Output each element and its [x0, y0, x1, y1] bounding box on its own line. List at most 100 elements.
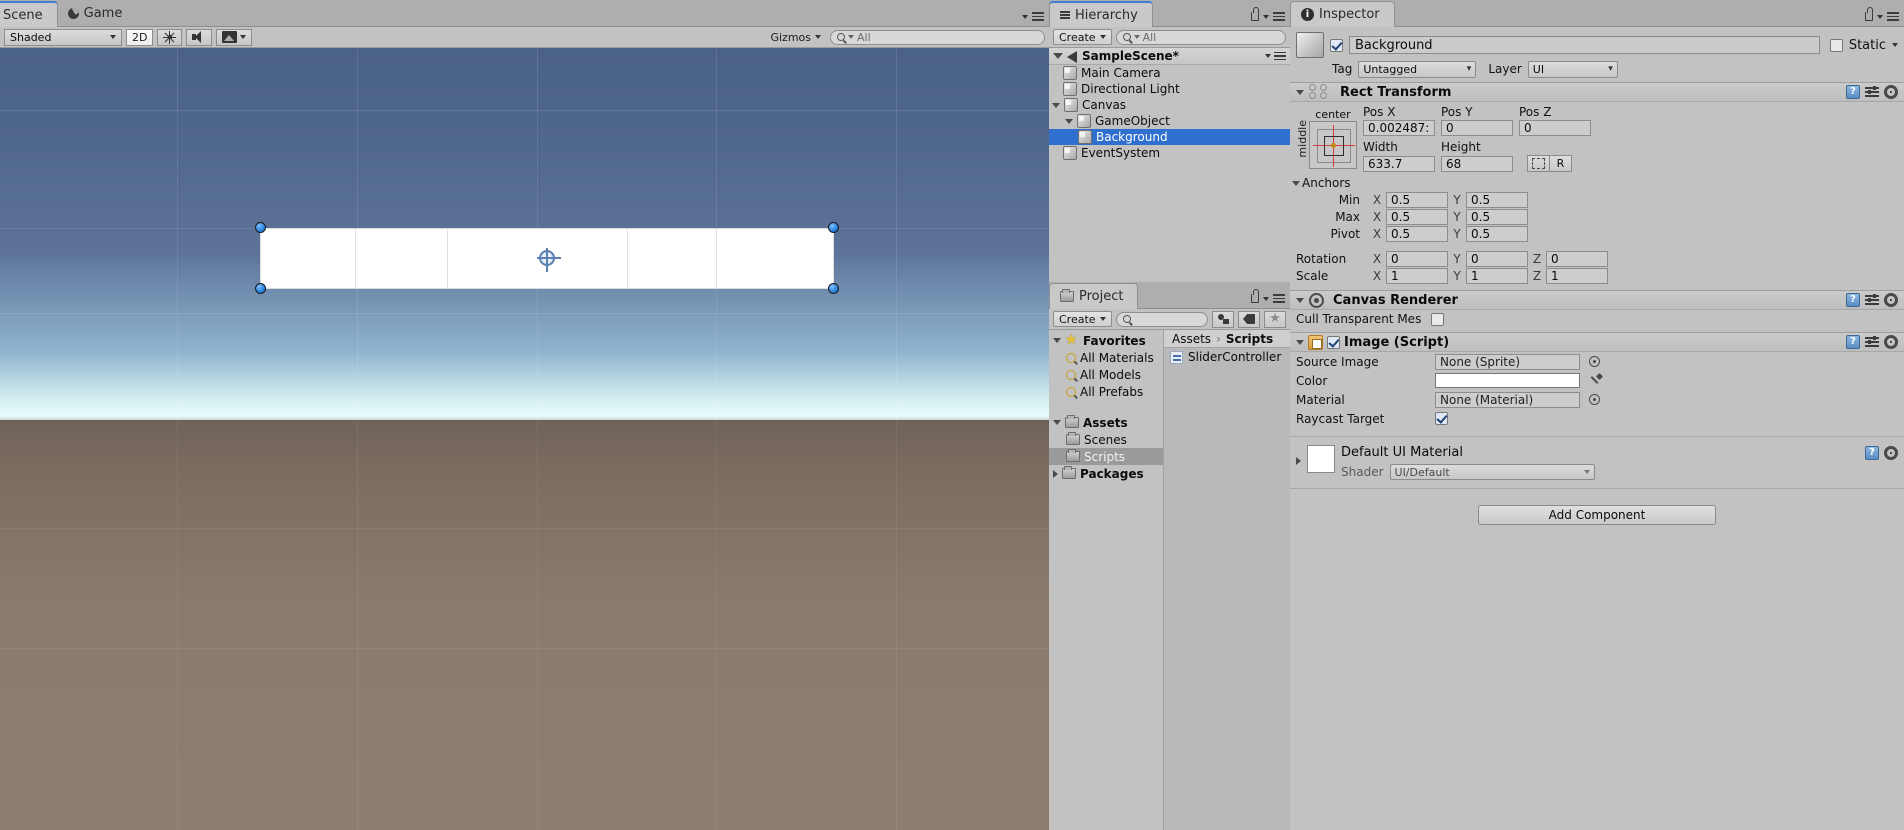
- chevron-down-icon[interactable]: [1892, 43, 1898, 47]
- object-picker-icon[interactable]: [1589, 356, 1600, 367]
- tag-dropdown[interactable]: Untagged ▾: [1358, 60, 1477, 78]
- tab-scene[interactable]: Scene: [0, 1, 58, 27]
- eyedropper-icon[interactable]: [1589, 374, 1603, 388]
- project-tree-scenes[interactable]: Scenes: [1049, 431, 1163, 448]
- gear-icon[interactable]: [1884, 85, 1898, 99]
- project-tree-packages[interactable]: Packages: [1049, 465, 1163, 482]
- chevron-right-icon[interactable]: [1296, 457, 1301, 465]
- project-favorite-all-prefabs[interactable]: All Prefabs: [1049, 383, 1163, 400]
- material-input[interactable]: None (Material): [1435, 391, 1580, 408]
- object-name-input[interactable]: Background: [1349, 36, 1820, 54]
- lighting-toggle-button[interactable]: [157, 28, 183, 46]
- hierarchy-item-gameobject[interactable]: GameObject: [1049, 113, 1290, 129]
- tab-inspector[interactable]: i Inspector: [1290, 1, 1395, 27]
- rotation-z-input[interactable]: 0: [1546, 250, 1608, 267]
- preset-icon[interactable]: [1865, 293, 1879, 306]
- filter-by-label-button[interactable]: [1238, 310, 1260, 328]
- gear-icon[interactable]: [1884, 335, 1898, 349]
- canvas-renderer-header[interactable]: Canvas Renderer ?: [1290, 290, 1904, 310]
- add-component-button[interactable]: Add Component: [1478, 505, 1716, 525]
- chevron-down-icon[interactable]: [1296, 339, 1304, 345]
- anchor-min-y-input[interactable]: 0.5: [1466, 191, 1528, 208]
- effects-toggle-button[interactable]: [216, 28, 253, 46]
- resize-handle-bottom-left[interactable]: [255, 283, 266, 294]
- source-image-input[interactable]: None (Sprite): [1435, 353, 1580, 370]
- pos-y-input[interactable]: 0: [1441, 120, 1513, 136]
- chevron-right-icon[interactable]: [1053, 469, 1058, 478]
- project-tabbar-controls[interactable]: [1251, 289, 1285, 303]
- anchor-max-y-input[interactable]: 0.5: [1466, 208, 1528, 225]
- audio-toggle-button[interactable]: [186, 28, 213, 46]
- anchor-preset-widget[interactable]: [1309, 121, 1357, 169]
- project-tree[interactable]: ★ Favorites All Materials All Models All…: [1049, 330, 1164, 830]
- help-icon[interactable]: ?: [1846, 293, 1860, 307]
- pos-z-input[interactable]: 0: [1519, 120, 1591, 136]
- toggle-2d-button[interactable]: 2D: [126, 28, 154, 46]
- anchor-min-x-input[interactable]: 0.5: [1386, 191, 1448, 208]
- scene-tabbar-menu[interactable]: [1022, 12, 1044, 21]
- lock-icon[interactable]: [1251, 289, 1259, 303]
- chevron-down-icon[interactable]: [1053, 420, 1061, 425]
- tab-hierarchy[interactable]: Hierarchy: [1049, 1, 1153, 27]
- chevron-down-icon[interactable]: [1053, 338, 1061, 343]
- tab-project[interactable]: Project: [1049, 283, 1139, 309]
- help-icon[interactable]: ?: [1846, 335, 1860, 349]
- preset-icon[interactable]: [1865, 85, 1879, 98]
- resize-handle-top-right[interactable]: [828, 222, 839, 233]
- resize-handle-bottom-right[interactable]: [828, 283, 839, 294]
- chevron-down-icon[interactable]: [1296, 297, 1304, 303]
- shader-dropdown[interactable]: UI/Default: [1389, 464, 1595, 480]
- filter-by-type-button[interactable]: [1212, 310, 1234, 328]
- blueprint-mode-button[interactable]: [1527, 155, 1550, 172]
- project-tree-assets[interactable]: Assets: [1049, 414, 1163, 431]
- tab-game[interactable]: Game: [58, 0, 137, 26]
- hierarchy-item-background[interactable]: Background: [1049, 129, 1290, 145]
- anchor-max-x-input[interactable]: 0.5: [1386, 208, 1448, 225]
- hierarchy-search-input[interactable]: All: [1115, 29, 1286, 45]
- raycast-target-checkbox[interactable]: [1435, 412, 1448, 425]
- object-picker-icon[interactable]: [1589, 394, 1600, 405]
- layer-dropdown[interactable]: UI ▾: [1527, 60, 1618, 78]
- help-icon[interactable]: ?: [1846, 85, 1860, 99]
- scale-x-input[interactable]: 1: [1386, 267, 1448, 284]
- object-enabled-checkbox[interactable]: [1330, 38, 1343, 52]
- pivot-x-input[interactable]: 0.5: [1386, 225, 1448, 242]
- chevron-down-icon[interactable]: [1292, 180, 1300, 186]
- chevron-down-icon[interactable]: [1296, 89, 1304, 95]
- scale-y-input[interactable]: 1: [1466, 267, 1528, 284]
- hierarchy-item-main-camera[interactable]: Main Camera: [1049, 65, 1290, 81]
- rotation-x-input[interactable]: 0: [1386, 250, 1448, 267]
- project-create-button[interactable]: Create: [1053, 311, 1112, 327]
- chevron-down-icon[interactable]: [1065, 118, 1073, 124]
- pos-x-input[interactable]: 0.002487:: [1363, 120, 1435, 136]
- cull-transparent-checkbox[interactable]: [1431, 312, 1444, 326]
- image-component-header[interactable]: Image (Script) ?: [1290, 332, 1904, 352]
- breadcrumb-scripts[interactable]: Scripts: [1226, 332, 1273, 346]
- hierarchy-scene-row[interactable]: SampleScene*: [1049, 48, 1290, 65]
- project-favorites-root[interactable]: ★ Favorites: [1049, 332, 1163, 349]
- static-checkbox[interactable]: [1829, 38, 1843, 52]
- project-search-input[interactable]: [1115, 311, 1208, 327]
- project-tree-scripts[interactable]: Scripts: [1049, 448, 1163, 465]
- pivot-gizmo[interactable]: [537, 248, 561, 272]
- gizmos-dropdown[interactable]: Gizmos: [765, 29, 826, 46]
- inspector-tabbar-controls[interactable]: [1865, 7, 1899, 21]
- hierarchy-tree[interactable]: SampleScene* Main Camera Directional Lig…: [1049, 48, 1290, 282]
- rect-transform-header[interactable]: Rect Transform ?: [1290, 82, 1904, 102]
- lock-icon[interactable]: [1865, 7, 1873, 21]
- preset-icon[interactable]: [1865, 335, 1879, 348]
- project-contents[interactable]: Assets › Scripts SliderController: [1164, 330, 1290, 830]
- draw-mode-dropdown[interactable]: Shaded: [4, 28, 122, 46]
- gear-icon[interactable]: [1884, 293, 1898, 307]
- project-favorite-all-models[interactable]: All Models: [1049, 366, 1163, 383]
- breadcrumb-assets[interactable]: Assets: [1172, 332, 1211, 346]
- raw-edit-mode-button[interactable]: R: [1549, 155, 1572, 172]
- gear-icon[interactable]: [1884, 445, 1898, 460]
- color-swatch[interactable]: [1435, 373, 1580, 388]
- image-enabled-checkbox[interactable]: [1327, 335, 1340, 349]
- pivot-y-input[interactable]: 0.5: [1466, 225, 1528, 242]
- hierarchy-item-canvas[interactable]: Canvas: [1049, 97, 1290, 113]
- hierarchy-tabbar-controls[interactable]: [1251, 7, 1285, 21]
- chevron-down-icon[interactable]: [1053, 53, 1063, 59]
- height-input[interactable]: 68: [1441, 155, 1513, 172]
